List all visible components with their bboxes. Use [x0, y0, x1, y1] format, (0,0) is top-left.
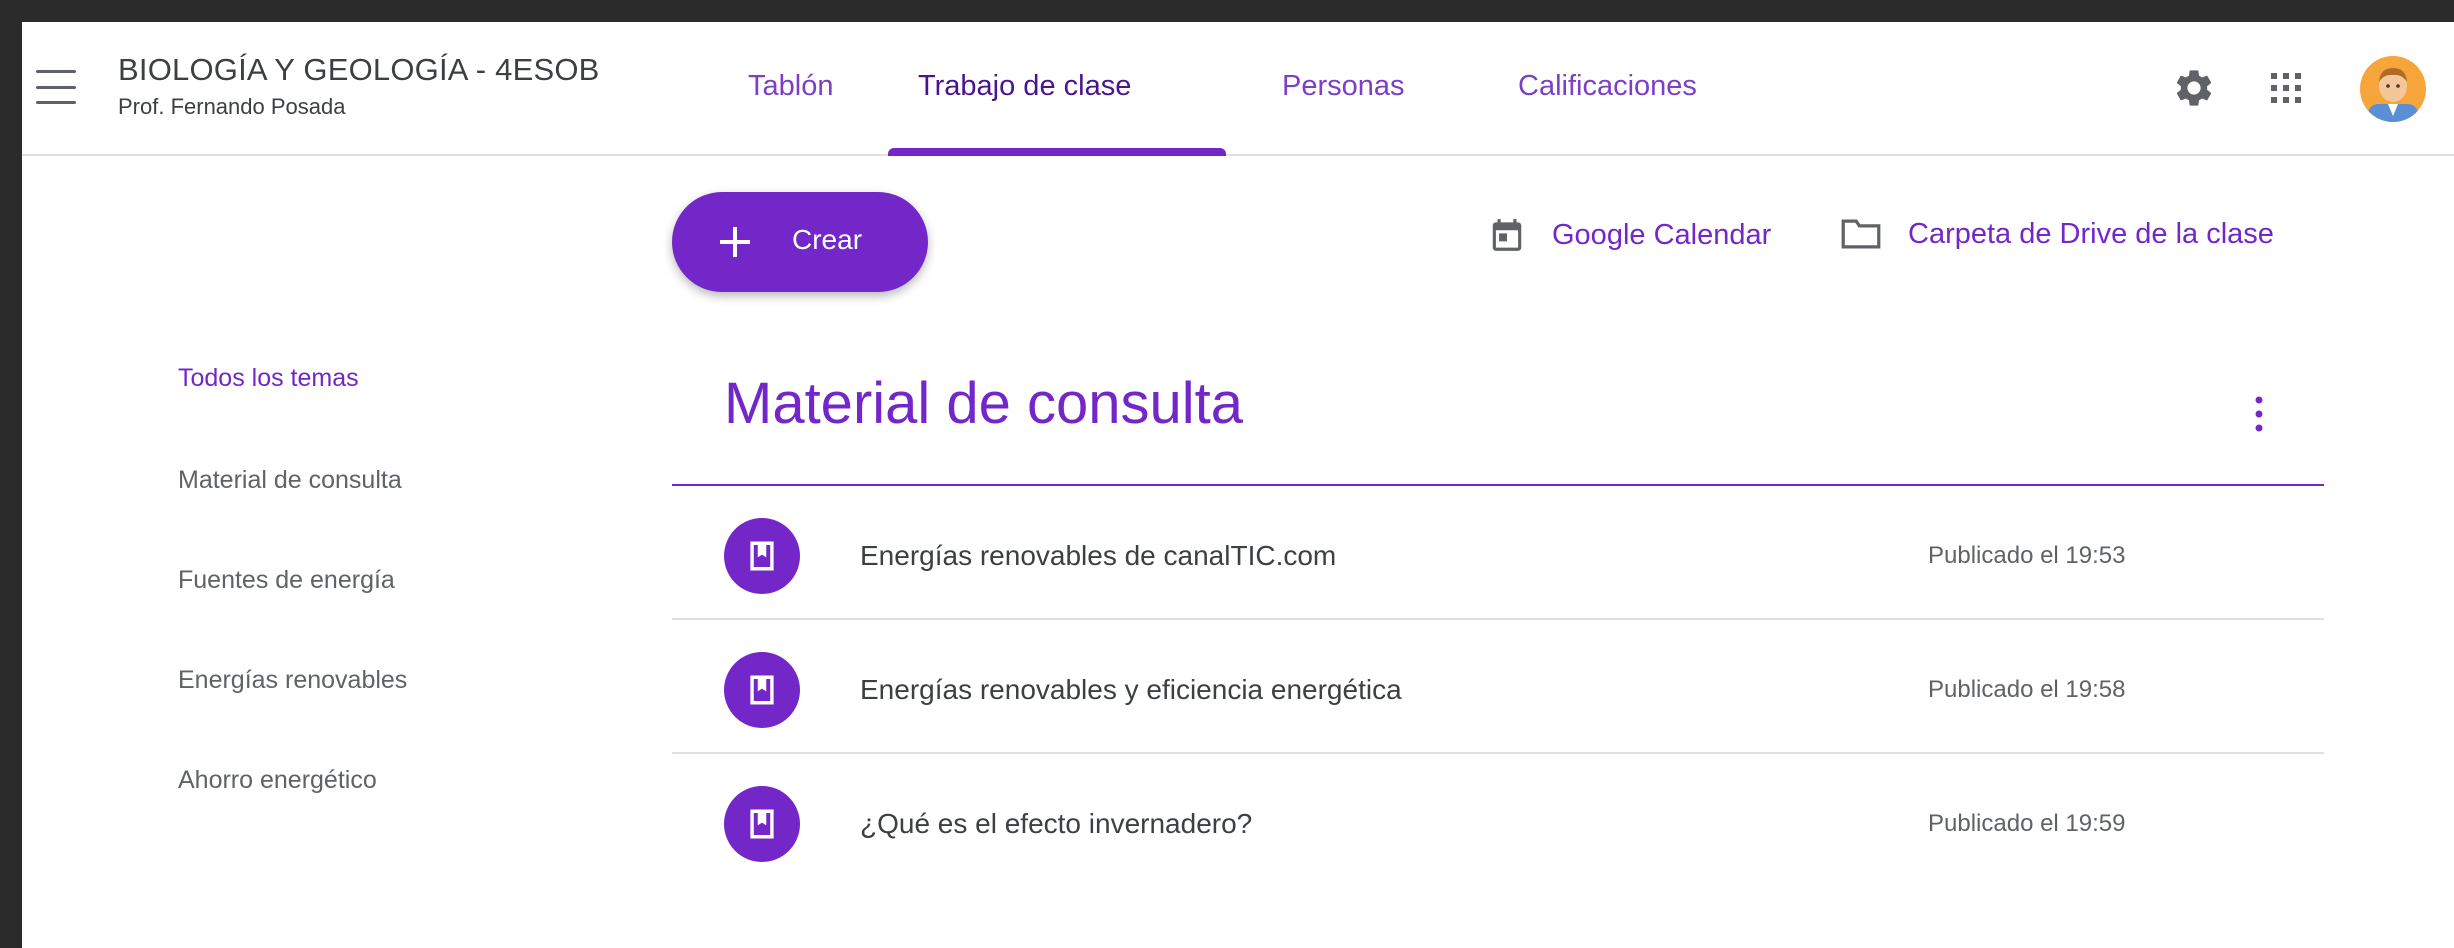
drive-folder-label: Carpeta de Drive de la clase	[1908, 217, 2274, 250]
sidebar-item-ahorro-energetico[interactable]: Ahorro energético	[178, 766, 377, 795]
list-item[interactable]: Energías renovables y eficiencia energét…	[672, 620, 2324, 752]
tab-calificaciones[interactable]: Calificaciones	[1518, 70, 1697, 103]
class-teacher: Prof. Fernando Posada	[118, 94, 346, 119]
item-date: Publicado el 19:53	[1928, 542, 2126, 569]
create-label: Crear	[792, 224, 863, 255]
folder-icon	[1841, 219, 1881, 249]
drive-folder-link[interactable]: Carpeta de Drive de la clase	[1840, 216, 2274, 252]
menu-icon[interactable]	[36, 70, 76, 104]
item-title: ¿Qué es el efecto invernadero?	[860, 808, 1253, 839]
sidebar-item-material-de-consulta[interactable]: Material de consulta	[178, 466, 402, 495]
classroom-window: BIOLOGÍA Y GEOLOGÍA - 4ESOB Prof. Fernan…	[22, 22, 2454, 948]
calendar-icon	[1492, 219, 1522, 251]
sidebar-item-energias-renovables[interactable]: Energías renovables	[178, 666, 407, 695]
tab-tablon[interactable]: Tablón	[748, 70, 833, 103]
apps-grid-icon[interactable]	[2268, 70, 2304, 106]
list-item[interactable]: ¿Qué es el efecto invernadero? Publicado…	[672, 754, 2324, 886]
active-tab-indicator	[888, 148, 1226, 156]
header: BIOLOGÍA Y GEOLOGÍA - 4ESOB Prof. Fernan…	[22, 22, 2454, 156]
google-calendar-label: Google Calendar	[1552, 218, 1772, 251]
plus-icon	[720, 227, 750, 257]
tab-trabajo-de-clase[interactable]: Trabajo de clase	[918, 70, 1131, 103]
list-item[interactable]: Energías renovables de canalTIC.com Publ…	[672, 486, 2324, 618]
sidebar-item-fuentes-de-energia[interactable]: Fuentes de energía	[178, 566, 395, 595]
sidebar-item-todos-los-temas[interactable]: Todos los temas	[178, 364, 359, 393]
item-title: Energías renovables y eficiencia energét…	[860, 674, 1402, 705]
topic-title: Material de consulta	[724, 371, 1244, 436]
avatar[interactable]	[2360, 56, 2426, 122]
item-title: Energías renovables de canalTIC.com	[860, 540, 1337, 571]
material-icon	[724, 518, 800, 594]
item-date: Publicado el 19:58	[1928, 676, 2126, 703]
material-icon	[724, 652, 800, 728]
item-date: Publicado el 19:59	[1928, 810, 2126, 837]
material-icon	[724, 786, 800, 862]
create-button[interactable]: Crear	[672, 192, 928, 292]
class-title[interactable]: BIOLOGÍA Y GEOLOGÍA - 4ESOB	[118, 52, 600, 88]
more-options-icon[interactable]	[2248, 392, 2270, 436]
settings-icon[interactable]	[2172, 66, 2216, 110]
tab-personas[interactable]: Personas	[1282, 70, 1405, 103]
google-calendar-link[interactable]: Google Calendar	[1488, 216, 1771, 254]
